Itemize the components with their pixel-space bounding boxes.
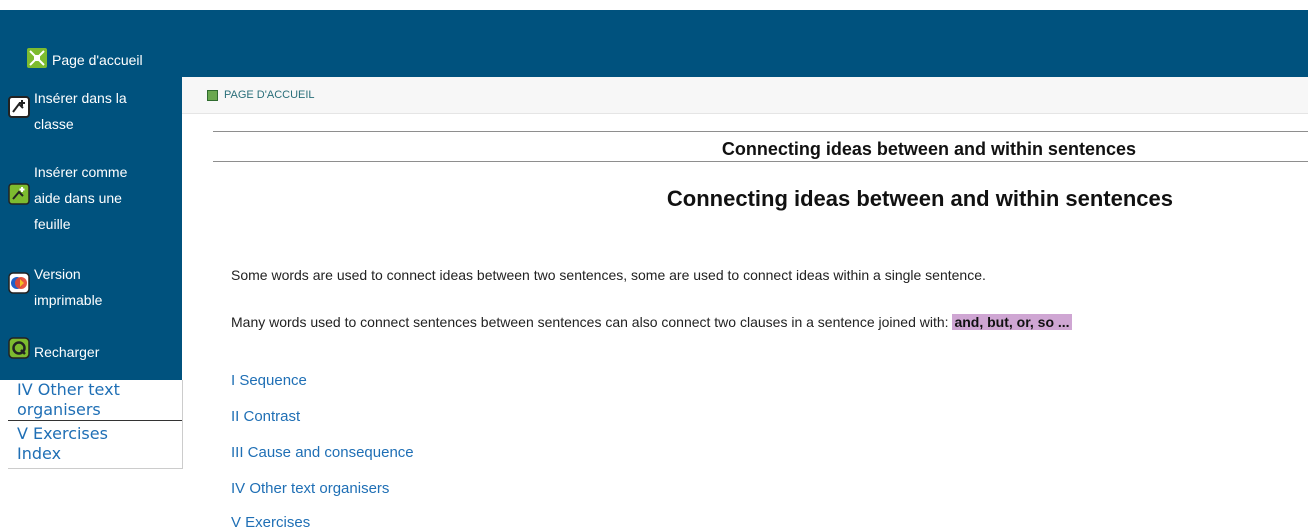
printable-version-button[interactable]: Version imprimable bbox=[8, 261, 102, 313]
sidebar-link-other-text-organisers-line1[interactable]: IV Other text bbox=[8, 380, 182, 400]
sidebar-link-exercises[interactable]: V Exercises bbox=[8, 424, 182, 444]
toc-link-sequence[interactable]: I Sequence bbox=[231, 372, 307, 389]
paragraph: Some words are used to connect ideas bet… bbox=[231, 267, 986, 283]
page-subtitle: Connecting ideas between and within sent… bbox=[721, 139, 1136, 159]
sidebar-link-other-text-organisers-line2[interactable]: organisers bbox=[8, 400, 182, 420]
reload-button[interactable]: Recharger bbox=[8, 337, 99, 367]
sidebar-item-label: classe bbox=[34, 116, 74, 132]
insert-as-help-button[interactable]: Insérer comme aide dans une feuille bbox=[8, 159, 127, 237]
sidebar-item-label: Insérer dans la bbox=[34, 90, 127, 106]
home-label: Page d'accueil bbox=[52, 51, 143, 68]
home-button[interactable]: Page d'accueil bbox=[27, 48, 143, 71]
insert-icon bbox=[8, 96, 30, 126]
paragraph: Many words used to connect sentences bet… bbox=[231, 314, 1072, 330]
home-small-icon bbox=[207, 89, 218, 101]
breadcrumb-home-link[interactable]: PAGE D'ACCUEIL bbox=[224, 89, 315, 101]
sidebar-item-label: Insérer comme bbox=[34, 164, 128, 180]
sidebar-item-label: feuille bbox=[34, 216, 71, 232]
page-title: Connecting ideas between and within sent… bbox=[666, 186, 1173, 211]
breadcrumb: PAGE D'ACCUEIL bbox=[182, 77, 1308, 114]
divider bbox=[213, 161, 1308, 162]
toc-link-cause-and-consequence[interactable]: III Cause and consequence bbox=[231, 444, 414, 461]
sidebar-item-label: aide dans une bbox=[34, 190, 122, 206]
toc-link-contrast[interactable]: II Contrast bbox=[231, 408, 300, 425]
sidebar-item-label: Recharger bbox=[34, 344, 100, 360]
paragraph-text: Many words used to connect sentences bet… bbox=[231, 314, 953, 330]
sidebar-links: IV Other text organisers V Exercises Ind… bbox=[8, 380, 183, 469]
divider bbox=[8, 420, 182, 421]
top-bar: Page d'accueil bbox=[0, 10, 1308, 77]
toc-link-exercises[interactable]: V Exercises bbox=[231, 514, 310, 531]
sidebar: Insérer dans la classe Insérer comme aid… bbox=[0, 77, 182, 380]
print-icon bbox=[8, 272, 30, 302]
insert-help-icon bbox=[8, 183, 30, 213]
sidebar-item-label: Version bbox=[34, 266, 81, 282]
sidebar-item-label: imprimable bbox=[34, 292, 103, 308]
sidebar-link-index[interactable]: Index bbox=[8, 444, 182, 464]
insert-in-class-button[interactable]: Insérer dans la classe bbox=[8, 85, 127, 137]
home-icon bbox=[27, 48, 47, 71]
highlighted-conjunctions: and, but, or, so ... bbox=[952, 314, 1072, 330]
reload-icon bbox=[8, 337, 30, 367]
toc-link-other-text-organisers[interactable]: IV Other text organisers bbox=[231, 480, 389, 497]
divider bbox=[213, 131, 1308, 132]
